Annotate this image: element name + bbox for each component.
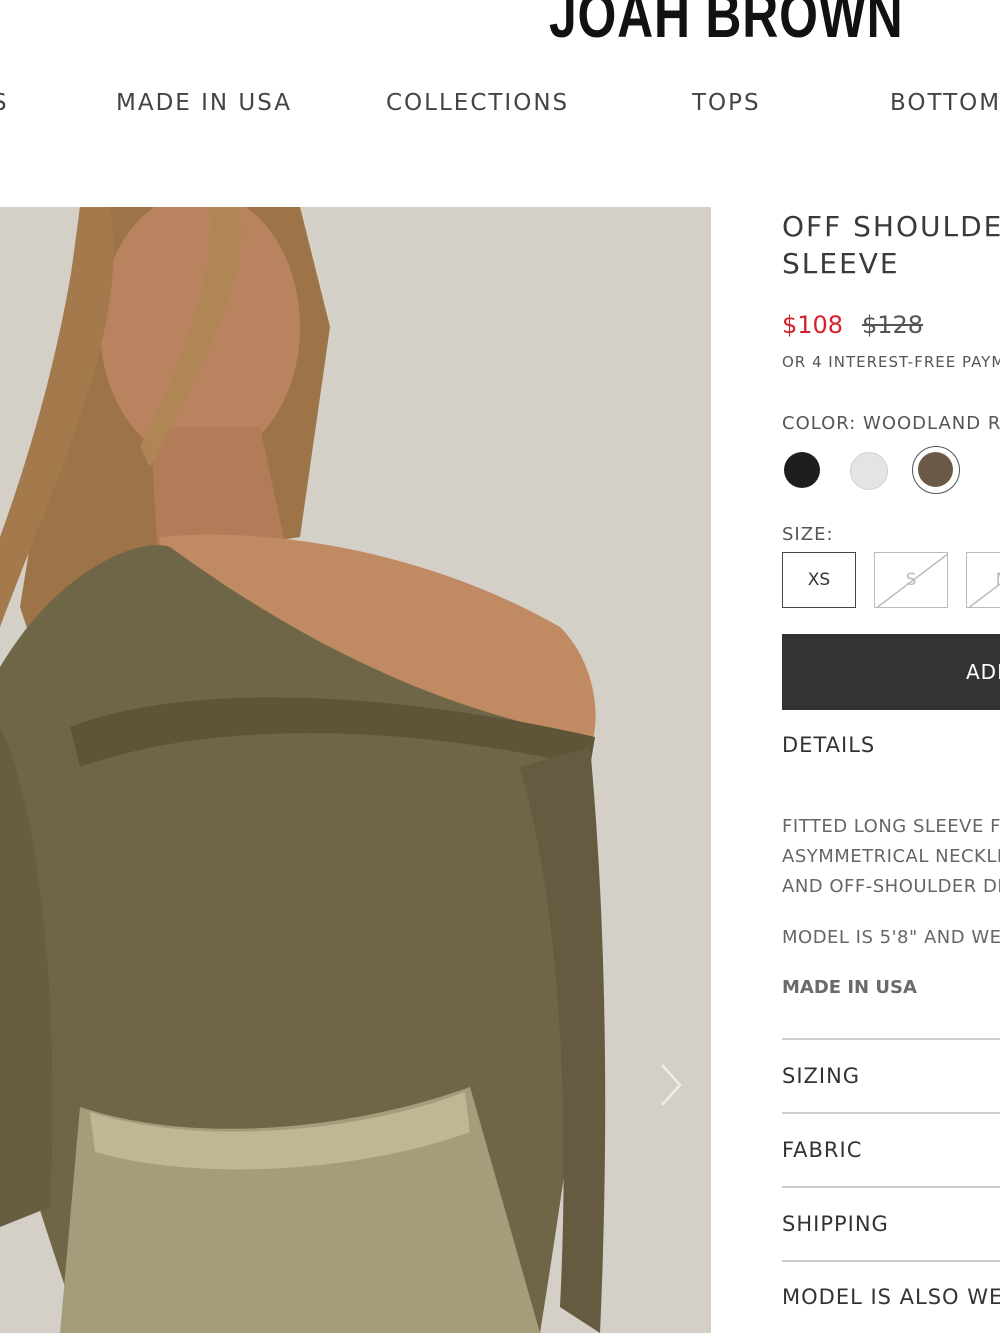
swatch-black[interactable] bbox=[784, 452, 820, 488]
product-title-line-1: OFF SHOULDER bbox=[782, 210, 1000, 243]
swatch-woodland-selected[interactable] bbox=[912, 446, 960, 494]
size-option-xs[interactable]: XS bbox=[782, 552, 856, 608]
color-label: COLOR: WOODLAND RIB bbox=[782, 413, 1000, 434]
model-info: MODEL IS 5'8" AND WEA bbox=[782, 927, 1000, 948]
accordion-sizing[interactable]: SIZING bbox=[782, 1064, 860, 1088]
unavailable-slash bbox=[968, 583, 1000, 607]
unavailable-slash bbox=[876, 553, 947, 607]
nav-item-collections[interactable]: COLLECTIONS bbox=[386, 90, 569, 116]
product-title: OFF SHOULDER SLEEVE bbox=[782, 208, 1000, 282]
nav-item-bottoms[interactable]: BOTTOMS bbox=[890, 90, 1000, 116]
accordion-fabric[interactable]: FABRIC bbox=[782, 1138, 862, 1162]
divider bbox=[782, 1112, 1000, 1114]
divider bbox=[782, 1186, 1000, 1188]
installment-text[interactable]: OR 4 INTEREST-FREE PAYM bbox=[782, 353, 1000, 371]
model-photo bbox=[0, 207, 711, 1333]
product-title-line-2: SLEEVE bbox=[782, 247, 900, 280]
original-price: $128 bbox=[862, 311, 924, 339]
add-to-cart-button[interactable]: ADD bbox=[782, 634, 1000, 710]
description-line: ASYMMETRICAL NECKLI bbox=[782, 846, 1000, 867]
nav-item-s[interactable]: S bbox=[0, 90, 9, 116]
made-in-usa-label: MADE IN USA bbox=[782, 977, 917, 998]
description-line: AND OFF-SHOULDER DE bbox=[782, 876, 1000, 897]
chevron-right-icon[interactable] bbox=[652, 1059, 688, 1111]
size-label: SIZE: bbox=[782, 524, 834, 545]
nav-item-tops[interactable]: TOPS bbox=[692, 90, 761, 116]
accordion-shipping[interactable]: SHIPPING bbox=[782, 1212, 889, 1236]
swatch-heather-white[interactable] bbox=[850, 452, 888, 490]
divider bbox=[782, 1260, 1000, 1262]
size-option-s-unavailable[interactable]: S bbox=[874, 552, 948, 608]
divider bbox=[782, 1038, 1000, 1040]
accordion-model-also-wearing[interactable]: MODEL IS ALSO WEA bbox=[782, 1285, 1000, 1309]
product-image[interactable] bbox=[0, 207, 711, 1333]
description-line: FITTED LONG SLEEVE FE bbox=[782, 816, 1000, 837]
sale-price: $108 bbox=[782, 311, 844, 339]
nav-item-made-in-usa[interactable]: MADE IN USA bbox=[116, 90, 292, 116]
size-option-m-unavailable[interactable]: M bbox=[966, 552, 1000, 608]
details-heading[interactable]: DETAILS bbox=[782, 733, 875, 757]
